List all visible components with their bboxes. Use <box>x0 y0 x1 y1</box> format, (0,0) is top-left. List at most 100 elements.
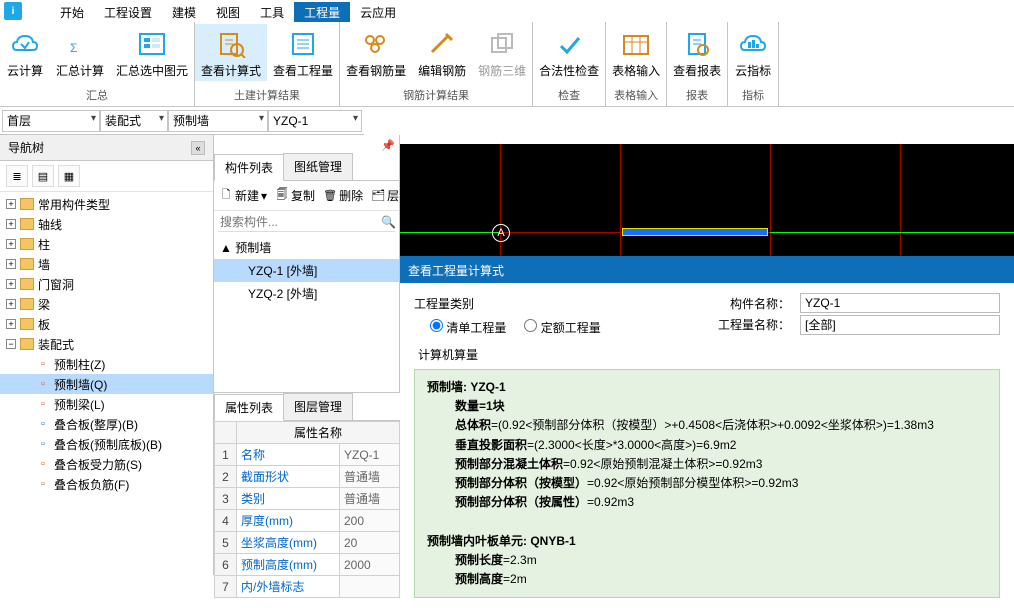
tree-branch[interactable]: +轴线 <box>0 214 213 234</box>
rebar-3d-button[interactable]: 钢筋三维 <box>472 24 532 81</box>
cloud-index-button[interactable]: 云指标 <box>728 24 778 81</box>
search-input[interactable] <box>218 213 377 231</box>
sum-calc-icon: Σ <box>64 28 96 60</box>
menu-2[interactable]: 建模 <box>162 2 206 22</box>
table-row[interactable]: 7内/外墙标志 <box>215 576 400 598</box>
calc-line: 预制部分混凝土体积=0.92<原始预制混凝土体积>=0.92m3 <box>427 455 987 474</box>
tab-component-list[interactable]: 构件列表 <box>214 154 284 181</box>
tree-branch[interactable]: +常用构件类型 <box>0 194 213 214</box>
menu-6[interactable]: 云应用 <box>350 2 406 22</box>
plus-icon[interactable]: + <box>6 259 16 269</box>
list-parent[interactable]: ▲ 预制墙 <box>214 236 399 259</box>
list-item[interactable]: YZQ-2 [外墙] <box>214 282 399 305</box>
table-row[interactable]: 3类别普通墙 <box>215 488 400 510</box>
category-label: 工程量类别 <box>414 295 494 312</box>
component-icon: ▫ <box>36 477 50 491</box>
copy-button[interactable]: 🗐复制 <box>272 185 318 206</box>
new-icon: 🗋 <box>219 189 233 203</box>
menu-5[interactable]: 工程量 <box>294 2 350 22</box>
component-name-label: 构件名称： <box>730 295 790 312</box>
nav-thumb-icon[interactable]: ▤ <box>32 165 54 187</box>
copy-icon: 🗐 <box>275 189 289 203</box>
edit-rebar-button[interactable]: 编辑钢筋 <box>412 24 472 81</box>
new-button[interactable]: 🗋新建 ▾ <box>216 185 270 206</box>
calc-line: 预制墙内叶板单元: QNYB-1 <box>427 532 987 551</box>
component-icon: ▫ <box>36 357 50 371</box>
nav-list-icon[interactable]: ≣ <box>6 165 28 187</box>
folder-icon <box>20 218 34 230</box>
tree-leaf[interactable]: ▫预制墙(Q) <box>0 374 213 394</box>
view-report-button[interactable]: 查看报表 <box>667 24 727 81</box>
floor-selector[interactable] <box>2 110 100 132</box>
delete-button[interactable]: 🗑删除 <box>320 185 366 206</box>
sum-selected-button[interactable]: 汇总选中图元 <box>110 24 194 81</box>
tree-leaf[interactable]: ▫叠合板(预制底板)(B) <box>0 434 213 454</box>
plus-icon[interactable]: + <box>6 299 16 309</box>
nav-toolbar: ≣ ▤ ▦ <box>0 161 213 192</box>
ribbon-group-label: 汇总 <box>0 85 194 106</box>
nav-grid-icon[interactable]: ▦ <box>58 165 80 187</box>
tab-layer-mgmt[interactable]: 图层管理 <box>283 393 353 420</box>
cloud-calc-icon <box>9 28 41 60</box>
menu-3[interactable]: 视图 <box>206 2 250 22</box>
radio-bill-qty[interactable]: 清单工程量 <box>430 319 506 336</box>
component-list: ▲ 预制墙 YZQ-1 [外墙]YZQ-2 [外墙] <box>214 234 399 307</box>
table-row[interactable]: 6预制高度(mm)2000 <box>215 554 400 576</box>
table-input-icon <box>620 28 652 60</box>
tab-drawing-mgmt[interactable]: 图纸管理 <box>283 153 353 180</box>
tree-leaf[interactable]: ▫预制柱(Z) <box>0 354 213 374</box>
calc-result-box: 预制墙: YZQ-1数量=1块总体积=(0.92<预制部分体积（按模型）>+0.… <box>414 369 1000 598</box>
qty-name-field[interactable] <box>800 315 1000 335</box>
tab-properties[interactable]: 属性列表 <box>214 394 284 421</box>
sum-calc-button[interactable]: Σ汇总计算 <box>50 24 110 81</box>
svg-text:Σ: Σ <box>70 41 77 55</box>
plus-icon[interactable]: + <box>6 219 16 229</box>
search-icon[interactable]: 🔍 <box>377 215 400 229</box>
tree-leaf[interactable]: ▫叠合板受力筋(S) <box>0 454 213 474</box>
tree-branch[interactable]: +墙 <box>0 254 213 274</box>
validity-check-button[interactable]: 合法性检查 <box>533 24 605 81</box>
tree-branch[interactable]: +梁 <box>0 294 213 314</box>
model-canvas[interactable]: A <box>400 144 1014 256</box>
component-name-field[interactable] <box>800 293 1000 313</box>
calc-line: 总体积=(0.92<预制部分体积（按模型）>+0.4508<后浇体积>+0.00… <box>427 416 987 435</box>
selected-beam[interactable] <box>622 228 768 236</box>
formula-dialog: 查看工程量计算式 工程量类别 构件名称： 清单工程量 定额工程量 工程量名称： … <box>400 256 1014 575</box>
subcategory-selector[interactable] <box>168 110 268 132</box>
ribbon-group-label: 检查 <box>533 85 605 106</box>
plus-icon[interactable]: + <box>6 279 16 289</box>
cloud-calc-button[interactable]: 云计算 <box>0 24 50 81</box>
table-row[interactable]: 2截面形状普通墙 <box>215 466 400 488</box>
radio-norm-qty[interactable]: 定额工程量 <box>524 319 600 336</box>
pin-icon[interactable]: 📌 <box>381 139 395 152</box>
minus-icon[interactable]: − <box>6 339 16 349</box>
component-icon: ▫ <box>36 377 50 391</box>
menu-1[interactable]: 工程设置 <box>94 2 162 22</box>
list-item[interactable]: YZQ-1 [外墙] <box>214 259 399 282</box>
tree-leaf[interactable]: ▫预制梁(L) <box>0 394 213 414</box>
tree-branch[interactable]: +板 <box>0 314 213 334</box>
calc-line <box>427 512 987 531</box>
view-formula-icon <box>215 28 247 60</box>
item-selector[interactable] <box>268 110 362 132</box>
view-formula-button[interactable]: 查看计算式 <box>195 24 267 81</box>
component-icon: ▫ <box>36 397 50 411</box>
menu-4[interactable]: 工具 <box>250 2 294 22</box>
tree-branch[interactable]: +柱 <box>0 234 213 254</box>
view-rebar-qty-button[interactable]: 查看钢筋量 <box>340 24 412 81</box>
tree-branch[interactable]: −装配式 <box>0 334 213 354</box>
tree-leaf[interactable]: ▫叠合板负筋(F) <box>0 474 213 494</box>
plus-icon[interactable]: + <box>6 319 16 329</box>
view-quantity-button[interactable]: 查看工程量 <box>267 24 339 81</box>
tree-branch[interactable]: +门窗洞 <box>0 274 213 294</box>
collapse-icon[interactable]: « <box>191 141 205 155</box>
category-selector[interactable] <box>100 110 168 132</box>
table-input-button[interactable]: 表格输入 <box>606 24 666 81</box>
table-row[interactable]: 4厚度(mm)200 <box>215 510 400 532</box>
tree-leaf[interactable]: ▫叠合板(整厚)(B) <box>0 414 213 434</box>
menu-0[interactable]: 开始 <box>50 2 94 22</box>
plus-icon[interactable]: + <box>6 199 16 209</box>
table-row[interactable]: 1名称YZQ-1 <box>215 444 400 466</box>
plus-icon[interactable]: + <box>6 239 16 249</box>
table-row[interactable]: 5坐浆高度(mm)20 <box>215 532 400 554</box>
